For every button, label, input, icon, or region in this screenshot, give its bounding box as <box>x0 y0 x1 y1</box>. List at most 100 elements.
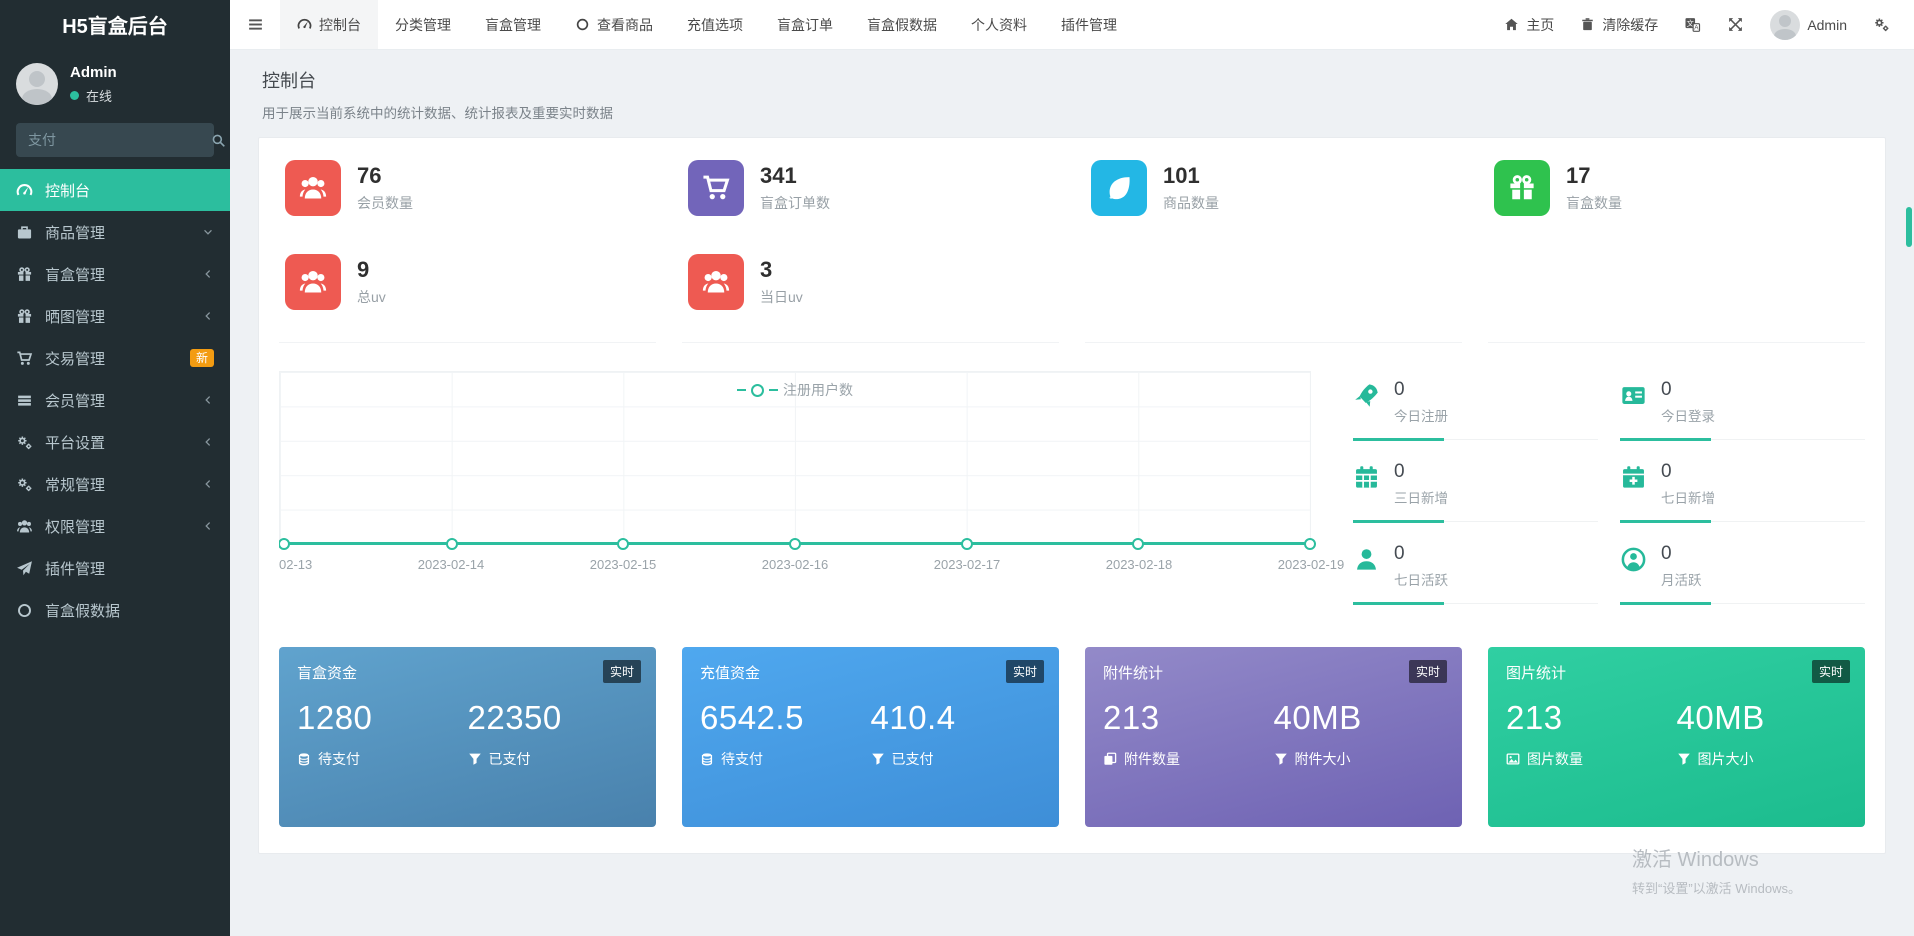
user-name: Admin <box>70 63 117 81</box>
sidebar-toggle-button[interactable] <box>230 0 280 49</box>
id-card-icon <box>1620 382 1647 409</box>
page-header: 控制台 用于展示当前系统中的统计数据、统计报表及重要实时数据 <box>258 50 1886 137</box>
tab-recharge-options[interactable]: 充值选项 <box>670 0 760 49</box>
tab-category-management[interactable]: 分类管理 <box>378 0 468 49</box>
tachometer-icon <box>297 17 312 32</box>
funds-card-blindbox: 盲盒资金 实时 1280 待支付 22350 已支付 <box>279 647 656 827</box>
search-input[interactable] <box>26 131 211 149</box>
tab-dashboard[interactable]: 控制台 <box>280 0 378 49</box>
data-point[interactable] <box>789 538 801 550</box>
stat-card-products: 101 商品数量 <box>1085 160 1462 216</box>
user-circle-icon <box>1620 546 1647 573</box>
chevron-left-icon <box>202 436 214 448</box>
watermark-line2: 转到“设置”以激活 Windows。 <box>1632 881 1802 896</box>
rocket-icon <box>1353 382 1380 409</box>
summary-cards-row: 盲盒资金 实时 1280 待支付 22350 已支付 充值资金 实时 6542.… <box>279 647 1865 827</box>
tab-view-products[interactable]: 查看商品 <box>558 0 670 49</box>
stat-label: 商品数量 <box>1163 195 1219 211</box>
tab-plugin-management[interactable]: 插件管理 <box>1044 0 1134 49</box>
navbar-right: 主页 清除缓存 Admin <box>1504 0 1914 49</box>
legend-label: 注册用户数 <box>783 382 853 398</box>
data-point[interactable] <box>617 538 630 550</box>
sidebar-item-blindbox-management[interactable]: 盲盒管理 <box>0 253 230 295</box>
sidebar-item-product-management[interactable]: 商品管理 <box>0 211 230 253</box>
realtime-badge: 实时 <box>1811 660 1850 683</box>
sidebar-item-trade-management[interactable]: 交易管理 新 <box>0 337 230 379</box>
sidebar-item-label: 平台设置 <box>45 434 106 452</box>
card-value-label: 待支付 <box>318 751 360 767</box>
clear-cache-label: 清除缓存 <box>1602 16 1659 33</box>
tab-profile[interactable]: 个人资料 <box>954 0 1044 49</box>
data-point[interactable] <box>1304 538 1316 550</box>
card-title: 盲盒资金 <box>297 665 358 682</box>
user-menu[interactable]: Admin <box>1770 9 1847 40</box>
tab-blindbox-orders[interactable]: 盲盒订单 <box>760 0 850 49</box>
home-label: 主页 <box>1526 16 1555 33</box>
data-point[interactable] <box>279 538 291 550</box>
chevron-left-icon <box>202 268 214 280</box>
home-icon <box>1504 17 1519 32</box>
mini-stat-three-day-new: 0 三日新增 <box>1353 453 1598 523</box>
translate-icon[interactable] <box>1684 16 1701 33</box>
x-tick: 2023-02-17 <box>933 557 1001 572</box>
new-badge: 新 <box>189 349 214 367</box>
stat-card-blindboxes: 17 盲盒数量 <box>1488 160 1865 216</box>
stat-cell-empty <box>1085 254 1462 343</box>
x-tick: 2023-02-19 <box>1277 557 1345 572</box>
chart-legend[interactable]: 注册用户数 <box>737 380 853 400</box>
data-point[interactable] <box>960 538 973 550</box>
copy-icon <box>1103 752 1117 766</box>
gear-icon[interactable] <box>1873 16 1890 33</box>
card-value: 213 <box>1506 699 1563 736</box>
tab-label: 个人资料 <box>971 16 1027 33</box>
mini-stat-seven-day-new: 0 七日新增 <box>1620 453 1865 523</box>
online-status-label: 在线 <box>86 88 113 104</box>
chevron-left-icon <box>202 310 214 322</box>
sidebar-item-photo-management[interactable]: 晒图管理 <box>0 295 230 337</box>
chart-x-axis: 02-13 2023-02-14 2023-02-15 2023-02-16 2… <box>279 557 1344 581</box>
dashboard-panel: 76 会员数量 341 盲盒订单数 101 商品数量 17 盲盒数量 9 总uv… <box>258 137 1886 854</box>
filter-icon <box>468 752 482 766</box>
card-value: 40MB <box>1676 699 1765 736</box>
tab-blindbox-fake-data[interactable]: 盲盒假数据 <box>850 0 954 49</box>
chevron-left-icon <box>202 478 214 490</box>
mini-stat-value: 0 <box>1661 461 1672 482</box>
sidebar-item-label: 盲盒假数据 <box>45 602 121 620</box>
chevron-down-icon <box>202 226 214 238</box>
sidebar-item-dashboard[interactable]: 控制台 <box>0 169 230 211</box>
clear-cache-button[interactable]: 清除缓存 <box>1580 15 1658 35</box>
card-value-label: 图片大小 <box>1697 751 1754 767</box>
scrollbar-thumb[interactable] <box>1906 207 1912 247</box>
cart-icon <box>16 350 33 367</box>
user-icon <box>1353 546 1380 573</box>
card-value: 213 <box>1103 699 1160 736</box>
search-icon[interactable] <box>211 133 226 148</box>
tab-blindbox-management[interactable]: 盲盒管理 <box>468 0 558 49</box>
sidebar-user-panel: Admin 在线 <box>0 49 230 115</box>
realtime-badge: 实时 <box>602 660 641 683</box>
chevron-left-icon <box>202 520 214 532</box>
card-value: 410.4 <box>870 699 956 736</box>
content-area: 控制台 用于展示当前系统中的统计数据、统计报表及重要实时数据 76 会员数量 3… <box>230 50 1914 936</box>
mini-stat-label: 七日新增 <box>1661 491 1715 506</box>
calendar-plus-icon <box>1620 464 1647 491</box>
stat-cards-row-2: 9 总uv 3 当日uv <box>279 254 1865 343</box>
mini-stat-value: 0 <box>1661 543 1672 564</box>
fullscreen-icon[interactable] <box>1727 16 1744 33</box>
sidebar-item-platform-settings[interactable]: 平台设置 <box>0 421 230 463</box>
sidebar-item-plugin-management[interactable]: 插件管理 <box>0 547 230 589</box>
mini-stat-seven-day-active: 0 七日活跃 <box>1353 535 1598 605</box>
data-point[interactable] <box>1132 538 1145 550</box>
sidebar-item-blindbox-fake-data[interactable]: 盲盒假数据 <box>0 589 230 631</box>
card-value-label: 已支付 <box>488 751 531 767</box>
sidebar-item-permission-management[interactable]: 权限管理 <box>0 505 230 547</box>
card-value: 22350 <box>467 699 562 736</box>
sidebar-item-general-management[interactable]: 常规管理 <box>0 463 230 505</box>
data-point[interactable] <box>445 538 458 550</box>
mini-stat-label: 七日活跃 <box>1394 573 1448 588</box>
users-icon <box>688 254 744 310</box>
sidebar-item-member-management[interactable]: 会员管理 <box>0 379 230 421</box>
home-link[interactable]: 主页 <box>1504 15 1554 35</box>
gift-icon <box>16 266 33 283</box>
tab-label: 分类管理 <box>395 16 451 33</box>
